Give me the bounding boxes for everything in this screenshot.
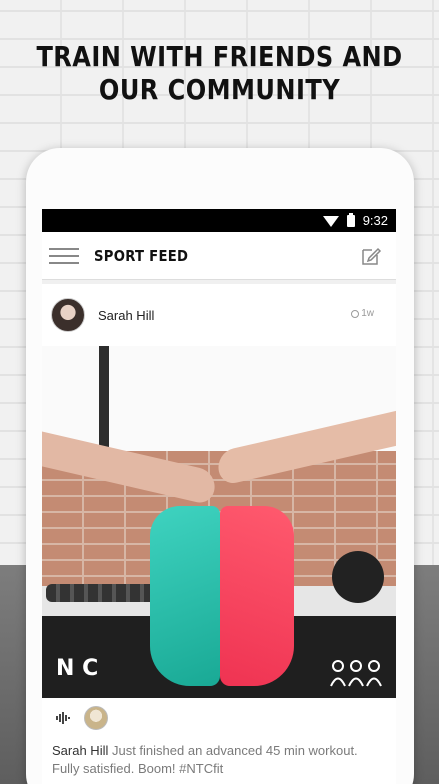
avatar[interactable] [51,298,85,332]
post-time-label: 1w [361,308,374,319]
wifi-icon [322,216,339,227]
post-timestamp: 1w [351,308,374,319]
phone-screen: 9:32 SPORT FEED Sarah Hill 1w N C Sarah … [42,209,396,784]
photo-pipe [99,346,109,456]
photo-teal-shoe [150,506,220,686]
headline-line-2: OUR COMMUNITY [98,73,341,106]
promo-headline: TRAIN WITH FRIENDS AND OUR COMMUNITY [31,40,409,106]
compose-icon[interactable] [360,245,382,267]
app-bar: SPORT FEED [42,232,396,280]
battery-icon [346,212,355,227]
page-title: SPORT FEED [94,246,189,265]
post-author[interactable]: Sarah Hill [98,308,154,323]
post-photo[interactable]: N C [42,346,396,698]
people-icon [330,660,382,687]
photo-pink-shoe [220,506,294,686]
photo-medicine-ball [332,551,384,603]
ntc-logo: N C [56,656,99,681]
headline-line-1: TRAIN WITH FRIENDS AND [36,40,403,73]
activity-wave-icon[interactable] [56,712,72,724]
photo-weights [46,584,156,602]
post-actions [42,698,396,738]
post-header: Sarah Hill 1w [42,284,396,346]
post-caption: Sarah Hill Just finished an advanced 45 … [42,738,396,784]
caption-author[interactable]: Sarah Hill [52,743,108,758]
hamburger-icon[interactable] [49,247,79,264]
liker-avatar[interactable] [84,706,108,730]
status-time: 9:32 [362,213,388,228]
status-bar: 9:32 [42,209,396,232]
clock-icon [351,309,360,318]
